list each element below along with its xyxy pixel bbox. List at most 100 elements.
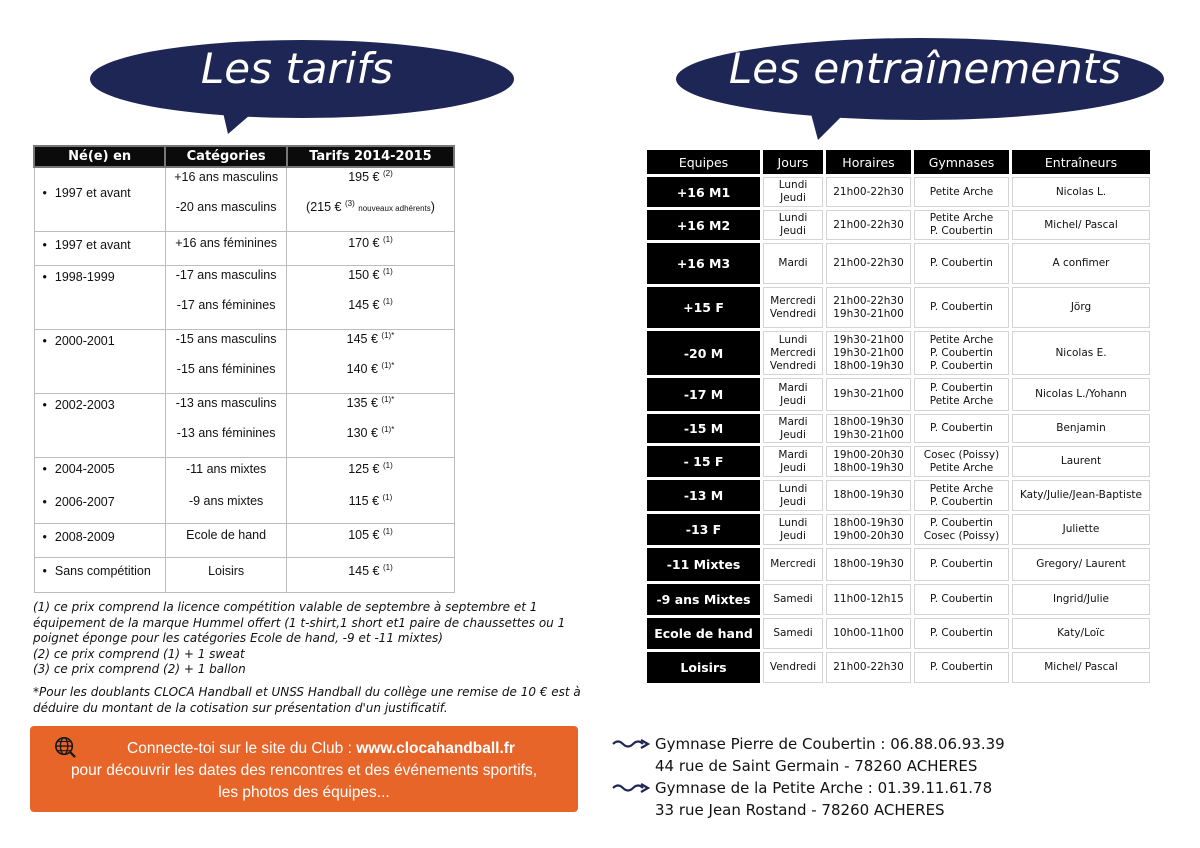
year-cell: 2002-2003 [43, 398, 115, 412]
days-line: Mercredi [770, 294, 816, 307]
header-gyms: Gymnases [914, 150, 1009, 174]
gym-entry: Gymnase Pierre de Coubertin : 06.88.06.9… [612, 733, 1005, 777]
hours-line: 19h30-21h00 [833, 346, 904, 359]
gyms-list: Gymnase Pierre de Coubertin : 06.88.06.9… [612, 733, 1005, 821]
price-cell: 115 € (1) [348, 492, 393, 508]
banner-line-1: Connecte-toi sur le site du Club : www.c… [30, 738, 578, 760]
days-line: Mardi [778, 257, 808, 269]
hours-line: 19h30-21h00 [833, 333, 904, 346]
price-cell: 105 € (1) [348, 526, 393, 542]
hours-cell: 19h00-20h30 18h00-19h30 [826, 446, 911, 477]
gyms-line: P. Coubertin [930, 495, 993, 508]
coach-cell: Michel/ Pascal [1012, 652, 1150, 683]
trainings-bubble-tail [810, 110, 848, 140]
days-cell: Mardi [763, 243, 823, 284]
gyms-line: P. Coubertin [930, 558, 993, 570]
category-cell: Loisirs [208, 564, 245, 578]
days-line: Lundi [778, 482, 808, 495]
price-cell: 150 € (1) [348, 266, 393, 282]
team-cell: +16 M1 [647, 177, 760, 207]
coach-cell: Katy/Julie/Jean-Baptiste [1012, 480, 1150, 511]
year-cell: 2006-2007 [43, 495, 115, 509]
price-cell: 130 € (1)* [346, 424, 395, 440]
note-remise: *Pour les doublants CLOCA Handball et UN… [33, 684, 581, 715]
team-cell: -20 M [647, 331, 760, 375]
gyms-line: Petite Arche [929, 185, 994, 198]
gyms-cell: Petite Arche [914, 177, 1009, 207]
days-line: Lundi [778, 333, 808, 346]
year-cell: 1997 et avant [43, 238, 131, 252]
days-cell: Lundi Jeudi [763, 210, 823, 240]
table-row: -13 F Lundi Jeudi 18h00-19h30 19h00-20h30 P. … [647, 514, 1150, 545]
gyms-cell: P. Coubertin [914, 584, 1009, 615]
coach-cell: Michel/ Pascal [1012, 210, 1150, 240]
coach-cell: Juliette [1012, 514, 1150, 545]
category-cell: -13 ans masculins [175, 396, 277, 410]
days-line: Mardi [778, 448, 808, 461]
table-row: Loisirs Vendredi 21h00-22h30 P. Coubertin Mi… [647, 652, 1150, 683]
hours-cell: 21h00-22h30 19h30-21h00 [826, 287, 911, 328]
table-row: -9 ans Mixtes Samedi 11h00-12h15 P. Coubert… [647, 584, 1150, 615]
gyms-line: Cosec (Poissy) [923, 448, 1000, 461]
header-hours: Horaires [826, 150, 911, 174]
team-cell: -11 Mixtes [647, 548, 760, 581]
year-cell: 1998-1999 [43, 270, 115, 284]
year-cell: 2004-2005 [43, 462, 115, 476]
gyms-cell: Petite Arche P. Coubertin [914, 210, 1009, 240]
year-cell: 1997 et avant [43, 186, 131, 200]
gyms-line: P. Coubertin [930, 346, 993, 359]
table-row: 1997 et avant +16 ans féminines 170 € (1… [33, 231, 455, 266]
price-cell: (215 € (3) nouveaux adhérents) [306, 198, 435, 214]
table-row: +16 M1 Lundi Jeudi 21h00-22h30 Petite Arche N… [647, 177, 1150, 207]
header-born: Né(e) en [32, 145, 167, 168]
header-coaches: Entraîneurs [1012, 150, 1150, 174]
hours-cell: 19h30-21h00 19h30-21h00 18h00-19h30 [826, 331, 911, 375]
team-cell: -9 ans Mixtes [647, 584, 760, 615]
hours-line: 18h00-19h30 [833, 461, 904, 474]
year-cell: 2008-2009 [43, 530, 115, 544]
days-cell: Mercredi Vendredi [763, 287, 823, 328]
club-website-link[interactable]: www.clocahandball.fr [356, 740, 515, 757]
table-row: -11 Mixtes Mercredi 18h00-19h30 P. Couberti… [647, 548, 1150, 581]
gyms-line: P. Coubertin [930, 661, 993, 673]
gyms-cell: Cosec (Poissy) Petite Arche [914, 446, 1009, 477]
category-cell: -17 ans masculins [175, 268, 277, 282]
banner-line-2: pour découvrir les dates des rencontres … [70, 762, 538, 779]
hours-cell: 21h00-22h30 [826, 210, 911, 240]
gyms-cell: P. Coubertin [914, 548, 1009, 581]
days-cell: Lundi Jeudi [763, 480, 823, 511]
days-cell: Samedi [763, 584, 823, 615]
hours-cell: 18h00-19h30 19h30-21h00 [826, 414, 911, 443]
hours-line: 18h00-19h30 [833, 516, 904, 529]
coach-cell: Gregory/ Laurent [1012, 548, 1150, 581]
days-cell: Samedi [763, 618, 823, 649]
days-line: Jeudi [780, 529, 806, 542]
category-cell: -11 ans mixtes [185, 462, 267, 476]
hours-line: 10h00-11h00 [833, 627, 904, 639]
team-cell: - 15 F [647, 446, 760, 477]
price-cell: 140 € (1)* [346, 360, 395, 376]
days-line: Jeudi [780, 394, 806, 407]
gyms-line: P. Coubertin [930, 301, 993, 313]
price-cell: 145 € (1) [348, 296, 393, 312]
tarifs-bubble-tail [222, 108, 258, 134]
hours-cell: 21h00-22h30 [826, 652, 911, 683]
team-cell: +16 M2 [647, 210, 760, 240]
gyms-line: P. Coubertin [930, 381, 993, 394]
double-arrow-icon [612, 783, 650, 793]
gym-address: 44 rue de Saint Germain - 78260 ACHERES [655, 757, 978, 775]
table-row: Sans compétition Loisirs 145 € (1) [33, 557, 455, 593]
price-cell: 125 € (1) [348, 460, 393, 476]
gyms-line: P. Coubertin [930, 225, 993, 237]
days-line: Mercredi [770, 346, 816, 359]
table-row: - 15 F Mardi Jeudi 19h00-20h30 18h00-19h30 Co… [647, 446, 1150, 477]
days-line: Lundi [778, 516, 808, 529]
table-row: 2008-2009 Ecole de hand 105 € (1) [33, 523, 455, 558]
gym-entry: Gymnase de la Petite Arche : 01.39.11.61… [612, 777, 1005, 821]
gyms-line: Cosec (Poissy) [923, 529, 1000, 542]
days-cell: Mardi Jeudi [763, 414, 823, 443]
category-cell: -13 ans féminines [176, 426, 276, 440]
hours-line: 18h00-19h30 [833, 415, 904, 428]
gyms-line: P. Coubertin [930, 257, 993, 269]
hours-cell: 21h00-22h30 [826, 177, 911, 207]
